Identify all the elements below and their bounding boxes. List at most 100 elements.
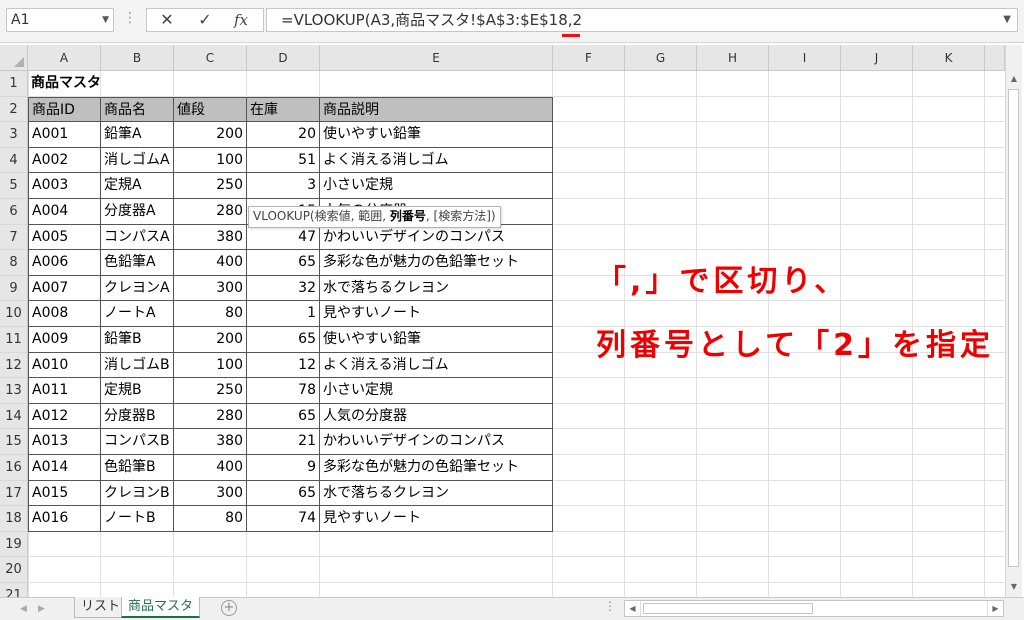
scroll-down-icon[interactable]: ▼ [1006,579,1022,595]
table-cell[interactable]: 400 [174,250,247,276]
table-cell[interactable]: クレヨンB [101,480,174,507]
row-header-19[interactable]: 19 [0,531,28,558]
table-cell[interactable]: 定規B [101,378,174,404]
table-cell[interactable]: ノートB [101,506,174,532]
table-cell[interactable]: 280 [174,199,247,225]
row-header-12[interactable]: 12 [0,352,28,379]
table-cell[interactable]: 80 [174,506,247,532]
column-header-K[interactable]: K [913,45,985,71]
row-header-8[interactable]: 8 [0,250,28,276]
insert-function-icon[interactable]: fx [227,9,255,31]
table-cell[interactable]: 小さい定規 [320,378,553,404]
table-cell[interactable]: A016 [28,506,101,532]
table-cell[interactable]: 3 [247,173,320,199]
table-cell[interactable]: 消しゴムA [101,147,174,174]
column-header-C[interactable]: C [174,45,247,71]
table-cell[interactable]: 65 [247,250,320,276]
table-cell[interactable]: ノートA [101,301,174,327]
table-cell[interactable]: 定規A [101,173,174,199]
table-header-cell[interactable]: 値段 [174,96,247,123]
table-cell[interactable]: 32 [247,275,320,302]
table-cell[interactable]: 20 [247,122,320,148]
enter-icon[interactable]: ✓ [191,9,219,31]
chevron-down-icon[interactable]: ▼ [102,9,109,31]
table-cell[interactable]: 人気の分度器 [320,403,553,430]
table-cell[interactable]: 多彩な色が魅力の色鉛筆セット [320,250,553,276]
table-cell[interactable]: 200 [174,122,247,148]
column-header-F[interactable]: F [553,45,625,71]
sheet-tab-product-master[interactable]: 商品マスタ [121,597,201,618]
expand-formula-icon[interactable]: ▼ [1003,9,1011,31]
row-header-3[interactable]: 3 [0,122,28,148]
horizontal-scrollbar[interactable]: ◀ ▶ [624,600,1004,617]
formula-input[interactable]: =VLOOKUP(A3,商品マスタ!$A$3:$E$18,2 ▼ [266,8,1018,32]
table-cell[interactable]: 1 [247,301,320,327]
add-sheet-icon[interactable]: + [221,600,237,616]
table-cell[interactable]: 9 [247,455,320,481]
column-header-A[interactable]: A [28,45,101,71]
table-cell[interactable]: 多彩な色が魅力の色鉛筆セット [320,455,553,481]
table-cell[interactable]: 色鉛筆A [101,250,174,276]
prev-sheet-icon[interactable]: ◀ [20,600,27,618]
table-cell[interactable]: 消しゴムB [101,352,174,379]
table-cell[interactable]: 見やすいノート [320,301,553,327]
row-header-5[interactable]: 5 [0,173,28,199]
table-cell[interactable]: 300 [174,275,247,302]
column-header-D[interactable]: D [247,45,320,71]
table-cell[interactable]: 100 [174,352,247,379]
table-cell[interactable]: 色鉛筆B [101,455,174,481]
next-sheet-icon[interactable]: ▶ [38,600,45,618]
sheet-tab-list[interactable]: リスト [74,597,128,618]
row-header-6[interactable]: 6 [0,199,28,225]
table-cell[interactable]: A007 [28,275,101,302]
table-cell[interactable]: A004 [28,199,101,225]
table-cell[interactable]: よく消える消しゴム [320,352,553,379]
select-all-button[interactable] [0,45,28,71]
scroll-left-icon[interactable]: ◀ [625,601,641,616]
table-cell[interactable]: 47 [247,224,320,251]
table-header-cell[interactable]: 商品説明 [320,96,553,123]
table-cell[interactable]: 400 [174,455,247,481]
table-cell[interactable]: かわいいデザインのコンパス [320,429,553,455]
row-header-17[interactable]: 17 [0,480,28,507]
table-cell[interactable]: 小さい定規 [320,173,553,199]
column-header-H[interactable]: H [697,45,769,71]
table-cell[interactable]: A008 [28,301,101,327]
table-cell[interactable]: コンパスB [101,429,174,455]
table-cell[interactable]: 280 [174,403,247,430]
row-header-13[interactable]: 13 [0,378,28,404]
horizontal-scroll-thumb[interactable] [643,603,813,614]
row-header-11[interactable]: 11 [0,327,28,353]
table-cell[interactable]: 250 [174,378,247,404]
table-cell[interactable]: A002 [28,147,101,174]
table-cell[interactable]: よく消える消しゴム [320,147,553,174]
table-cell[interactable]: クレヨンA [101,275,174,302]
row-header-2[interactable]: 2 [0,96,28,123]
table-cell[interactable]: A013 [28,429,101,455]
table-cell[interactable]: 65 [247,480,320,507]
table-cell[interactable]: A003 [28,173,101,199]
table-cell[interactable]: A001 [28,122,101,148]
row-header-20[interactable]: 20 [0,557,28,583]
scroll-right-icon[interactable]: ▶ [987,601,1003,616]
column-header-J[interactable]: J [841,45,913,71]
row-header-1[interactable]: 1 [0,71,28,97]
row-header-18[interactable]: 18 [0,506,28,532]
table-cell[interactable]: 380 [174,224,247,251]
table-cell[interactable]: A014 [28,455,101,481]
table-cell[interactable]: 12 [247,352,320,379]
column-header-E[interactable]: E [320,45,553,71]
table-cell[interactable]: 100 [174,147,247,174]
table-cell[interactable]: A006 [28,250,101,276]
tab-splitter-icon[interactable]: ⋮ [604,599,616,613]
table-cell[interactable]: 51 [247,147,320,174]
table-cell[interactable]: 使いやすい鉛筆 [320,122,553,148]
table-cell[interactable]: A015 [28,480,101,507]
table-cell[interactable]: 分度器A [101,199,174,225]
row-header-4[interactable]: 4 [0,147,28,174]
vertical-scrollbar[interactable]: ▲ ▼ [1005,45,1022,597]
table-cell[interactable]: A005 [28,224,101,251]
table-cell[interactable]: 300 [174,480,247,507]
table-cell[interactable]: 74 [247,506,320,532]
table-header-cell[interactable]: 商品名 [101,96,174,123]
